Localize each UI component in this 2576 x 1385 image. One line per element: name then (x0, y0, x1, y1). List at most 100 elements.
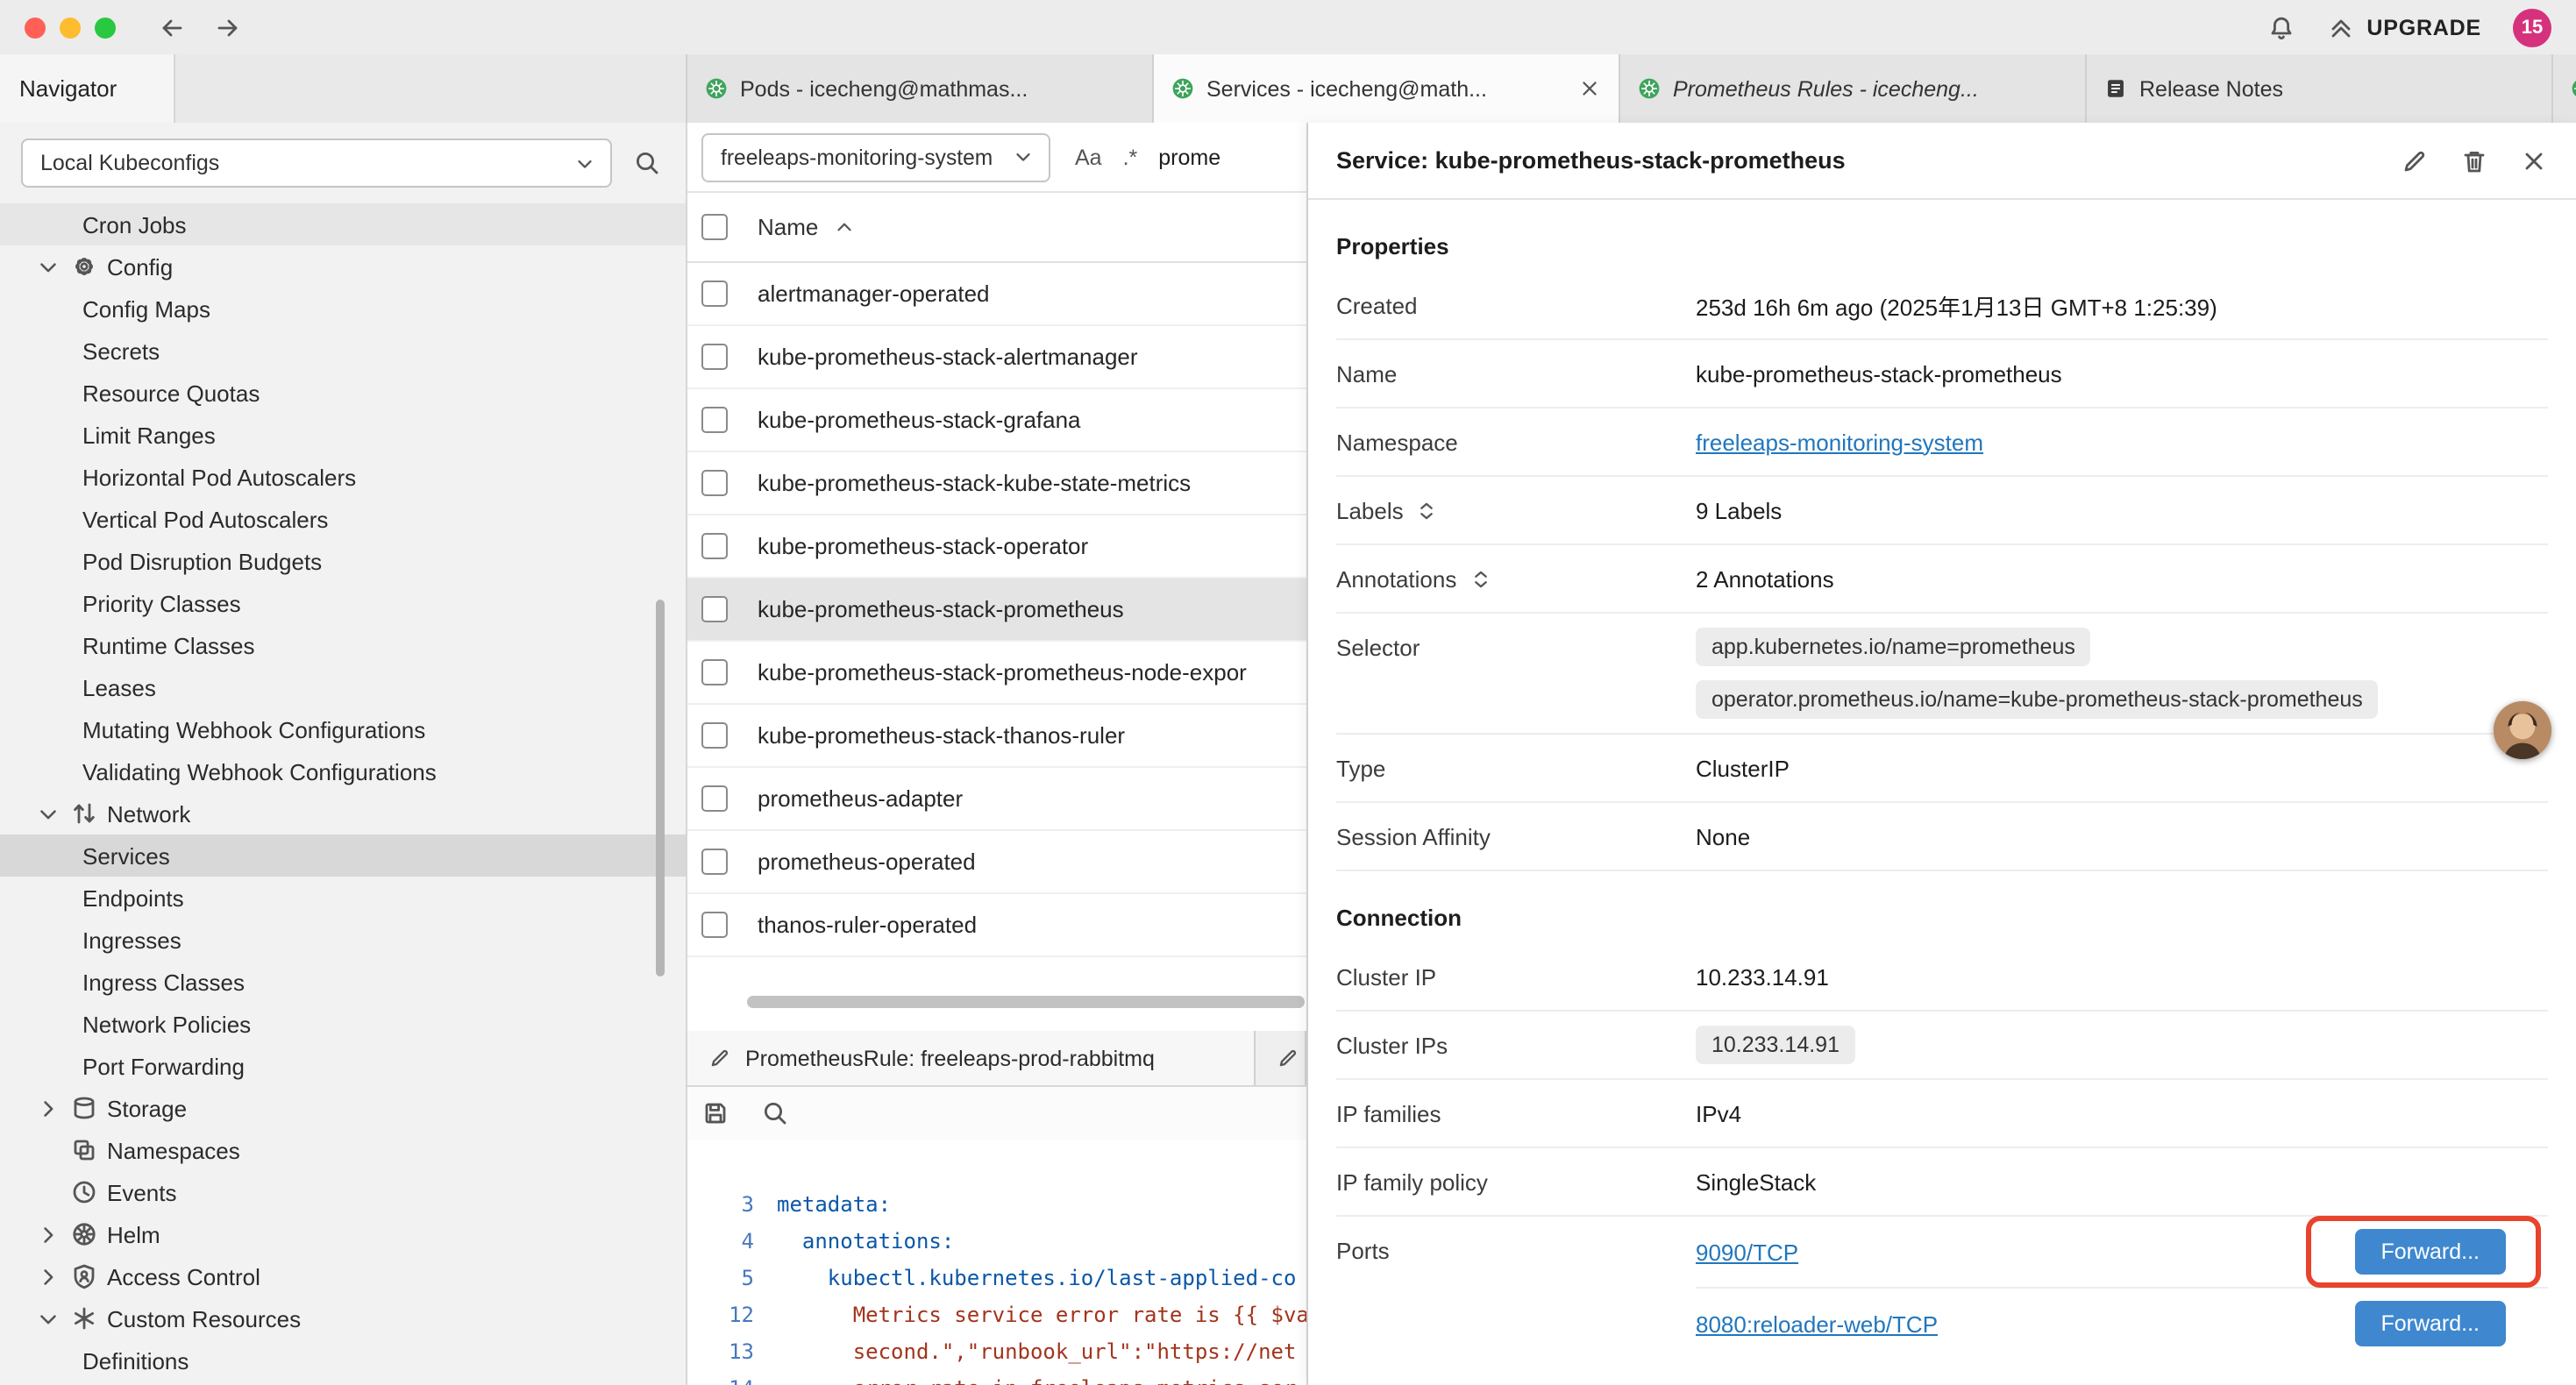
upgrade-button[interactable]: UPGRADE (2326, 13, 2481, 41)
sidebar-item-vertical-pod-autoscalers[interactable]: Vertical Pod Autoscalers (0, 498, 686, 540)
row-checkbox[interactable] (701, 470, 728, 496)
sidebar-item-mutating-webhook-configurations[interactable]: Mutating Webhook Configurations (0, 708, 686, 750)
yaml-editor[interactable]: 3metadata:4 annotations:5 kubectl.kubern… (687, 1140, 1306, 1385)
table-row[interactable]: kube-prometheus-stack-thanos-ruler (687, 705, 1306, 768)
sidebar-item-events[interactable]: Events (0, 1171, 686, 1213)
notification-count-badge[interactable]: 15 (2513, 8, 2551, 46)
editor-tab[interactable]: PrometheusRule: freeleaps-prod-rabbitmq (687, 1031, 1256, 1085)
tab-services-icecheng-math[interactable]: Services - icecheng@math... (1154, 54, 1620, 123)
table-row[interactable]: prometheus-adapter (687, 768, 1306, 831)
kubeconfig-dropdown[interactable]: Local Kubeconfigs (21, 138, 612, 188)
chevron-right-icon[interactable] (35, 1095, 61, 1121)
namespace-dropdown[interactable]: freeleaps-monitoring-system (701, 132, 1050, 181)
chevron-right-icon[interactable] (35, 1263, 61, 1289)
sidebar-item-secrets[interactable]: Secrets (0, 330, 686, 372)
chevron-down-icon[interactable] (35, 253, 61, 280)
tab-prometheus-rules-icecheng[interactable]: Prometheus Rules - icecheng... (1620, 54, 2087, 123)
sidebar-item-resource-quotas[interactable]: Resource Quotas (0, 372, 686, 414)
save-icon[interactable] (701, 1099, 729, 1127)
horizontal-scrollbar-thumb[interactable] (747, 996, 1305, 1008)
expand-toggle-icon[interactable] (1416, 499, 1439, 522)
table-row[interactable]: prometheus-operated (687, 831, 1306, 894)
sidebar-item-pod-disruption-budgets[interactable]: Pod Disruption Budgets (0, 540, 686, 582)
code-text: kubectl.kubernetes.io/last-applied-co (777, 1261, 1296, 1297)
forward-icon[interactable] (214, 13, 242, 41)
row-checkbox[interactable] (701, 849, 728, 875)
sidebar-item-custom-resources[interactable]: Custom Resources (0, 1297, 686, 1339)
editor-tab-partial[interactable] (1256, 1031, 1306, 1085)
sidebar-item-limit-ranges[interactable]: Limit Ranges (0, 414, 686, 456)
sidebar-item-definitions[interactable]: Definitions (0, 1339, 686, 1381)
table-row[interactable]: kube-prometheus-stack-grafana (687, 389, 1306, 452)
namespace-link[interactable]: freeleaps-monitoring-system (1696, 429, 1983, 455)
sidebar-item-priority-classes[interactable]: Priority Classes (0, 582, 686, 624)
sidebar-item-endpoints[interactable]: Endpoints (0, 877, 686, 919)
chevron-right-icon[interactable] (35, 1221, 61, 1247)
sidebar-item-namespaces[interactable]: Namespaces (0, 1129, 686, 1171)
table-row[interactable]: thanos-ruler-operated (687, 894, 1306, 957)
chevron-down-icon[interactable] (35, 1305, 61, 1332)
delete-icon[interactable] (2460, 146, 2488, 174)
sidebar-item-network-policies[interactable]: Network Policies (0, 1003, 686, 1045)
sidebar-item-horizontal-pod-autoscalers[interactable]: Horizontal Pod Autoscalers (0, 456, 686, 498)
row-checkbox[interactable] (701, 722, 728, 749)
notifications-bell-icon[interactable] (2266, 13, 2295, 41)
sidebar-search-icon[interactable] (633, 149, 661, 177)
row-checkbox[interactable] (701, 407, 728, 433)
user-avatar[interactable] (2494, 701, 2551, 759)
forward-button[interactable]: Forward... (2354, 1301, 2506, 1346)
table-row[interactable]: kube-prometheus-stack-operator (687, 515, 1306, 579)
back-icon[interactable] (158, 13, 186, 41)
row-checkbox[interactable] (701, 785, 728, 812)
sidebar-item-validating-webhook-configurations[interactable]: Validating Webhook Configurations (0, 750, 686, 792)
property-row-name: Namekube-prometheus-stack-prometheus (1336, 340, 2548, 408)
match-case-toggle[interactable]: Aa (1075, 145, 1102, 169)
sidebar-item-helm[interactable]: Helm (0, 1213, 686, 1255)
search-query[interactable]: prome (1158, 145, 1220, 169)
property-label: Type (1336, 755, 1696, 781)
editor-search-icon[interactable] (761, 1099, 789, 1127)
chevron-down-icon[interactable] (35, 800, 61, 827)
window-close-button[interactable] (25, 17, 46, 38)
table-row[interactable]: kube-prometheus-stack-alertmanager (687, 326, 1306, 389)
sidebar-item-storage[interactable]: Storage (0, 1087, 686, 1129)
expand-toggle-icon[interactable] (1469, 567, 1491, 590)
row-checkbox[interactable] (701, 659, 728, 685)
port-link[interactable]: 8080:reloader-web/TCP (1696, 1310, 1938, 1337)
sidebar-item-services[interactable]: Services (0, 835, 686, 877)
sidebar-item-cron-jobs[interactable]: Cron Jobs (0, 203, 686, 245)
close-panel-icon[interactable] (2520, 146, 2548, 174)
sidebar-item-network[interactable]: Network (0, 792, 686, 835)
sidebar-item-ingress-classes[interactable]: Ingress Classes (0, 961, 686, 1003)
row-checkbox[interactable] (701, 344, 728, 370)
forward-button[interactable]: Forward... (2354, 1229, 2506, 1275)
table-row[interactable]: alertmanager-operated (687, 263, 1306, 326)
port-link[interactable]: 9090/TCP (1696, 1239, 1798, 1265)
table-row[interactable]: kube-prometheus-stack-prometheus-node-ex… (687, 642, 1306, 705)
row-checkbox[interactable] (701, 533, 728, 559)
tab-argo-s[interactable]: Argo S (2553, 54, 2576, 123)
sidebar-scrollbar-thumb[interactable] (656, 600, 665, 977)
sidebar-item-port-forwarding[interactable]: Port Forwarding (0, 1045, 686, 1087)
sidebar-item-ingresses[interactable]: Ingresses (0, 919, 686, 961)
sidebar-item-config-maps[interactable]: Config Maps (0, 288, 686, 330)
row-checkbox[interactable] (701, 596, 728, 622)
tab-release-notes[interactable]: Release Notes (2087, 54, 2553, 123)
regex-toggle[interactable]: .* (1123, 145, 1138, 169)
table-row[interactable]: kube-prometheus-stack-prometheus (687, 579, 1306, 642)
sort-ascending-icon[interactable] (832, 216, 855, 238)
window-zoom-button[interactable] (95, 17, 116, 38)
row-checkbox[interactable] (701, 281, 728, 307)
window-minimize-button[interactable] (60, 17, 81, 38)
close-icon[interactable] (1578, 77, 1601, 100)
edit-icon[interactable] (2401, 146, 2429, 174)
select-all-checkbox[interactable] (701, 214, 728, 240)
sidebar-item-leases[interactable]: Leases (0, 666, 686, 708)
sidebar-item-config[interactable]: Config (0, 245, 686, 288)
table-row[interactable]: kube-prometheus-stack-kube-state-metrics (687, 452, 1306, 515)
sidebar-item-access-control[interactable]: Access Control (0, 1255, 686, 1297)
sidebar-item-runtime-classes[interactable]: Runtime Classes (0, 624, 686, 666)
column-header-name[interactable]: Name (758, 214, 818, 240)
row-checkbox[interactable] (701, 912, 728, 938)
tab-pods-icecheng-mathmas[interactable]: Pods - icecheng@mathmas... (687, 54, 1154, 123)
